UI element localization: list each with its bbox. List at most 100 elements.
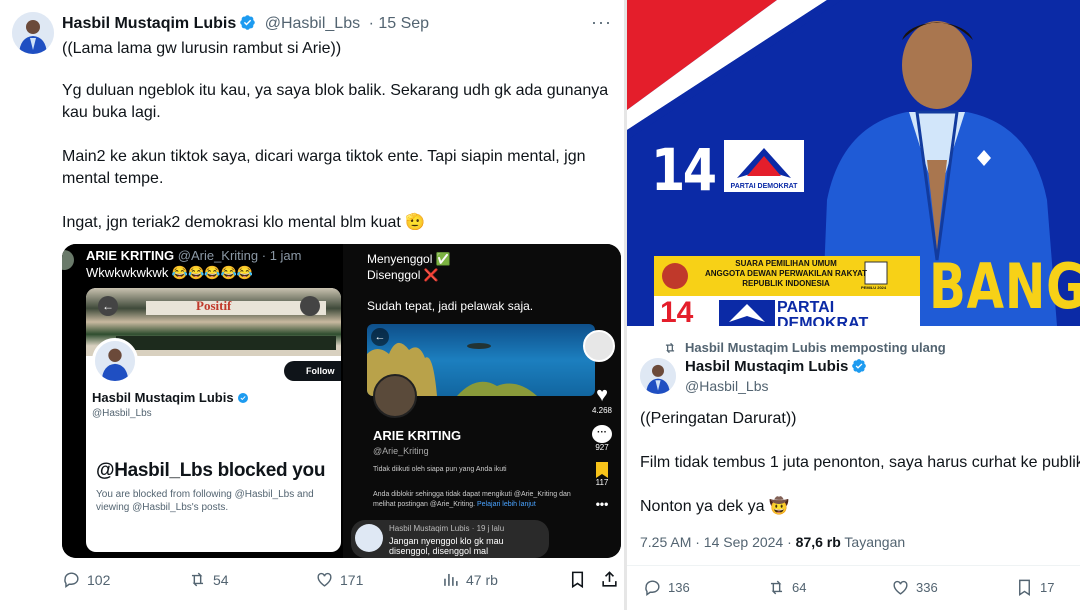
tweet-body: ((Lama lama gw lurusin rambut si Arie)) … [62, 38, 617, 256]
verified-badge-icon [237, 393, 248, 403]
reply-count: 102 [87, 571, 111, 588]
tweet-body: ((Peringatan Darurat)) Film tidak tembus… [640, 408, 1080, 540]
comment-author: Hasbil Mustaqim Lubis · 19 j lalu [389, 524, 505, 533]
bookmark-icon[interactable] [596, 462, 608, 478]
kpu-line-3: REPUBLIK INDONESIA [742, 279, 830, 288]
pemilu-label: PEMILU 2024 [861, 285, 887, 290]
share-button[interactable] [600, 570, 619, 589]
repost-button[interactable]: 54 [188, 570, 229, 589]
media-image-blocked[interactable]: ARIE KRITING @Arie_Kriting · 1 jam Wkwkw… [62, 244, 341, 558]
like-button[interactable]: 171 [315, 570, 363, 589]
tweet-line: Film tidak tembus 1 juta penonton, saya … [640, 454, 1080, 471]
search-icon[interactable] [300, 296, 320, 316]
verified-badge-icon [852, 359, 867, 373]
repost-icon [665, 342, 675, 353]
tweet-line: Yg duluan ngeblok itu kau, ya saya blok … [62, 82, 609, 121]
tweet-header: Hasbil Mustaqim Lubis @Hasbil_Lbs · 15 S… [62, 14, 429, 33]
back-icon[interactable]: ← [98, 296, 118, 316]
caption-line-1: Menyenggol ✅ [367, 252, 451, 266]
repost-indicator[interactable]: Hasbil Mustaqim Lubis memposting ulang [663, 340, 946, 355]
heart-icon [893, 580, 908, 595]
profile-handle: @Hasbil_Lbs [92, 408, 152, 419]
campaign-banner-image[interactable]: 14 PARTAI DEMOKRAT SUARA PEMILIHAN UMUM … [627, 0, 1080, 326]
like-button[interactable]: 336 [891, 578, 938, 597]
learn-more-link[interactable]: Pelajari lebih lanjut [477, 501, 536, 508]
tiktok-profile-avatar [373, 374, 417, 418]
bookmark-icon [1019, 579, 1030, 596]
divider [627, 565, 1080, 566]
reply-icon [645, 580, 660, 597]
reply-count: 136 [668, 580, 690, 595]
author-handle[interactable]: @Hasbil_Lbs [685, 378, 768, 394]
tiktok-side-actions: ♥ 4.268 ··· 927 117 ••• [585, 384, 619, 511]
tiktok-profile-name: ARIE KRITING [373, 428, 462, 443]
bookmark-icon [571, 571, 584, 589]
tweet-line: Main2 ke akun tiktok saya, dicari warga … [62, 148, 586, 187]
candidate-number: 14 [651, 136, 717, 204]
views-label: Tayangan [840, 534, 906, 550]
repost-icon [770, 580, 783, 595]
tweet-media[interactable]: ARIE KRITING @Arie_Kriting · 1 jam Wkwkw… [62, 244, 621, 558]
quoted-avatar [62, 250, 74, 270]
views-icon [444, 573, 458, 586]
right-tweet: 14 PARTAI DEMOKRAT SUARA PEMILIHAN UMUM … [627, 0, 1080, 610]
author-name[interactable]: Hasbil Mustaqim Lubis [685, 358, 867, 375]
profile-name-text: Hasbil Mustaqim Lubis [92, 390, 234, 405]
quoted-header: ARIE KRITING @Arie_Kriting · 1 jam [86, 248, 302, 263]
commenter-avatar [355, 524, 383, 552]
tweet-timestamp[interactable]: 7.25 AM · 14 Sep 2024 · [640, 534, 796, 550]
more-options-icon[interactable]: ··· [591, 12, 612, 33]
blocked-profile-screenshot: Positif ← Follow Hasbil Mustaqim Lubis @… [86, 288, 341, 552]
tiktok-profile-handle: @Arie_Kriting [373, 446, 429, 456]
kpu-line-2: ANGGOTA DEWAN PERWAKILAN RAKYAT [704, 269, 868, 278]
tweet-date[interactable]: · 15 Sep [369, 15, 429, 32]
bookmark-button[interactable] [568, 570, 587, 589]
bookmark-button[interactable]: 17 [1015, 578, 1054, 597]
quoted-handle: @Arie_Kriting · 1 jam [177, 248, 302, 263]
author-avatar[interactable] [640, 358, 676, 394]
tweet-line: ((Peringatan Darurat)) [640, 410, 797, 427]
tweet-meta: 7.25 AM · 14 Sep 2024 · 87,6 rb Tayangan [640, 534, 905, 550]
back-icon[interactable]: ← [371, 328, 389, 346]
bookmark-count: 17 [1040, 580, 1055, 595]
comment-bubble[interactable]: Hasbil Mustaqim Lubis · 19 j lalu Jangan… [351, 520, 549, 558]
comment-icon[interactable]: ··· [592, 425, 612, 443]
share-icon [602, 571, 617, 587]
follow-button[interactable]: Follow [284, 361, 341, 381]
repost-count: 54 [213, 571, 229, 588]
tweet-line: Ingat, jgn teriak2 demokrasi klo mental … [62, 214, 426, 231]
views-button[interactable]: 47 rb [441, 570, 498, 589]
ballot-party-line-2: DEMOKRAT [777, 315, 869, 327]
caption-line-2: Disenggol ❌ [367, 268, 439, 282]
like-count: 336 [916, 580, 938, 595]
ballot-party-line-1: PARTAI [777, 299, 835, 316]
comment-text: Jangan nyenggol klo gk mau disenggol, di… [389, 536, 504, 556]
quoted-text: Wkwkwkwkwk 😂😂😂😂😂 [86, 265, 253, 280]
views-count: 87,6 rb [795, 534, 841, 550]
reply-button[interactable]: 102 [62, 570, 110, 589]
repost-count: 64 [792, 580, 807, 595]
profile-avatar [92, 338, 138, 384]
tweet-line: Nonton ya dek ya 🤠 [640, 498, 789, 515]
tiktok-notice-1: Tidak diikuti oleh siapa pun yang Anda i… [373, 466, 507, 473]
repost-icon [191, 572, 204, 587]
notice-text: Anda diblokir sehingga tidak dapat mengi… [373, 491, 571, 508]
heart-icon[interactable]: ♥ [585, 384, 619, 406]
tweet-line: ((Lama lama gw lurusin rambut si Arie)) [62, 40, 342, 57]
media-image-tiktok[interactable]: Menyenggol ✅ Disenggol ❌ Sudah tepat, ja… [343, 244, 621, 558]
repost-text: Hasbil Mustaqim Lubis memposting ulang [685, 340, 946, 355]
more-icon[interactable]: ••• [585, 497, 619, 511]
quoted-name: ARIE KRITING [86, 248, 175, 263]
repost-button[interactable]: 64 [767, 578, 806, 597]
creator-avatar[interactable] [583, 330, 615, 362]
ballot-number: 14 [660, 296, 694, 326]
saves-count: 117 [595, 478, 609, 487]
author-name[interactable]: Hasbil Mustaqim Lubis [62, 15, 236, 32]
book-title: Positif [196, 298, 232, 313]
blocked-title: @Hasbil_Lbs blocked you [96, 460, 326, 481]
author-handle[interactable]: @Hasbil_Lbs [265, 15, 360, 32]
author-avatar[interactable] [12, 12, 54, 54]
verified-badge-icon [240, 15, 256, 30]
reply-button[interactable]: 136 [643, 578, 690, 597]
ballot-party: PARTAI DEMOKRAT [777, 299, 869, 327]
